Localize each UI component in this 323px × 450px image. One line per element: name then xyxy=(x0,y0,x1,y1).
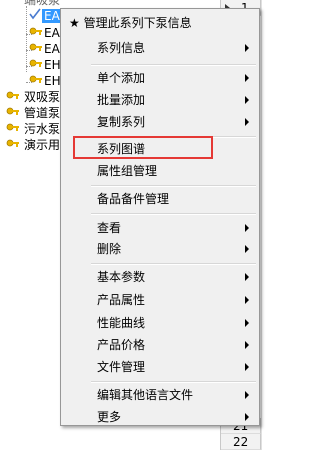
menu-item-view[interactable]: 查看 xyxy=(63,217,257,239)
submenu-arrow-icon xyxy=(245,296,249,304)
menu-item-label: 编辑其他语言文件 xyxy=(97,388,194,402)
submenu-arrow-icon xyxy=(245,319,249,327)
submenu-arrow-icon xyxy=(245,74,249,82)
context-menu: ★ 管理此系列下泵信息 系列信息 单个添加 批量添加 复制系列 系列图谱 属性组… xyxy=(60,8,260,426)
menu-item-manage-pumps[interactable]: ★ 管理此系列下泵信息 xyxy=(63,12,257,34)
menu-item-edit-other-language[interactable]: 编辑其他语言文件 xyxy=(63,384,257,406)
menu-item-single-add[interactable]: 单个添加 xyxy=(63,67,257,89)
menu-separator xyxy=(91,263,256,265)
submenu-arrow-icon xyxy=(245,224,249,232)
menu-item-series-info[interactable]: 系列信息 xyxy=(63,37,257,59)
tree-group[interactable]: 污水泵 xyxy=(24,121,60,137)
key-icon xyxy=(29,43,43,55)
menu-item-attribute-group[interactable]: 属性组管理 xyxy=(63,160,257,182)
menu-item-label: ★ 管理此系列下泵信息 xyxy=(69,16,192,30)
submenu-arrow-icon xyxy=(245,273,249,281)
menu-separator xyxy=(91,64,256,66)
highlight-box xyxy=(73,136,213,159)
menu-item-file-management[interactable]: 文件管理 xyxy=(63,356,257,378)
row-number[interactable]: 22 xyxy=(221,434,261,450)
key-icon xyxy=(29,59,43,71)
menu-item-label: 复制系列 xyxy=(97,115,146,129)
tree-item[interactable]: EA xyxy=(44,25,60,41)
menu-item-label: 属性组管理 xyxy=(97,164,158,178)
menu-item-basic-params[interactable]: 基本参数 xyxy=(63,266,257,288)
menu-item-label: 更多 xyxy=(97,410,122,424)
menu-item-label: 批量添加 xyxy=(97,93,146,107)
menu-item-label: 基本参数 xyxy=(97,270,146,284)
menu-item-label: 查看 xyxy=(97,221,122,235)
menu-item-label: 文件管理 xyxy=(97,360,146,374)
tree-group[interactable]: 演示用 xyxy=(24,137,60,153)
submenu-arrow-icon xyxy=(245,118,249,126)
menu-item-copy-series[interactable]: 复制系列 xyxy=(63,111,257,133)
menu-item-label: 备品备件管理 xyxy=(97,192,170,206)
key-icon xyxy=(29,75,43,87)
menu-item-label: 系列信息 xyxy=(97,41,146,55)
menu-item-label: 删除 xyxy=(97,242,122,256)
submenu-arrow-icon xyxy=(245,96,249,104)
key-icon xyxy=(6,107,20,119)
menu-item-product-attributes[interactable]: 产品属性 xyxy=(63,289,257,311)
tree-item[interactable]: EH xyxy=(44,57,61,73)
menu-separator xyxy=(91,213,256,215)
menu-item-performance-curve[interactable]: 性能曲线 xyxy=(63,312,257,334)
submenu-arrow-icon xyxy=(245,363,249,371)
menu-item-label: 产品属性 xyxy=(97,293,146,307)
menu-item-spare-parts[interactable]: 备品备件管理 xyxy=(63,188,257,210)
tree-item[interactable]: EA xyxy=(44,41,60,57)
tree-line xyxy=(26,6,27,72)
menu-separator xyxy=(91,381,256,383)
grid-column xyxy=(261,0,323,450)
menu-item-more[interactable]: 更多 xyxy=(63,406,257,428)
menu-item-label: 性能曲线 xyxy=(97,316,146,330)
tree-item[interactable]: EH xyxy=(44,73,61,89)
submenu-arrow-icon xyxy=(245,245,249,253)
row-number-label: 22 xyxy=(233,435,249,449)
key-icon xyxy=(6,123,20,135)
menu-item-label: 产品价格 xyxy=(97,338,146,352)
check-icon xyxy=(28,7,42,21)
submenu-arrow-icon xyxy=(245,44,249,52)
submenu-arrow-icon xyxy=(245,341,249,349)
key-icon xyxy=(6,139,20,151)
key-icon xyxy=(6,91,20,103)
menu-item-product-price[interactable]: 产品价格 xyxy=(63,334,257,356)
submenu-arrow-icon xyxy=(245,413,249,421)
menu-item-batch-add[interactable]: 批量添加 xyxy=(63,89,257,111)
menu-separator xyxy=(91,185,256,187)
tree-group[interactable]: 双吸泵 xyxy=(24,89,60,105)
submenu-arrow-icon xyxy=(245,391,249,399)
tree-group[interactable]: 管道泵 xyxy=(24,105,60,121)
menu-item-delete[interactable]: 删除 xyxy=(63,238,257,260)
key-icon xyxy=(29,27,43,39)
menu-item-label: 单个添加 xyxy=(97,71,146,85)
